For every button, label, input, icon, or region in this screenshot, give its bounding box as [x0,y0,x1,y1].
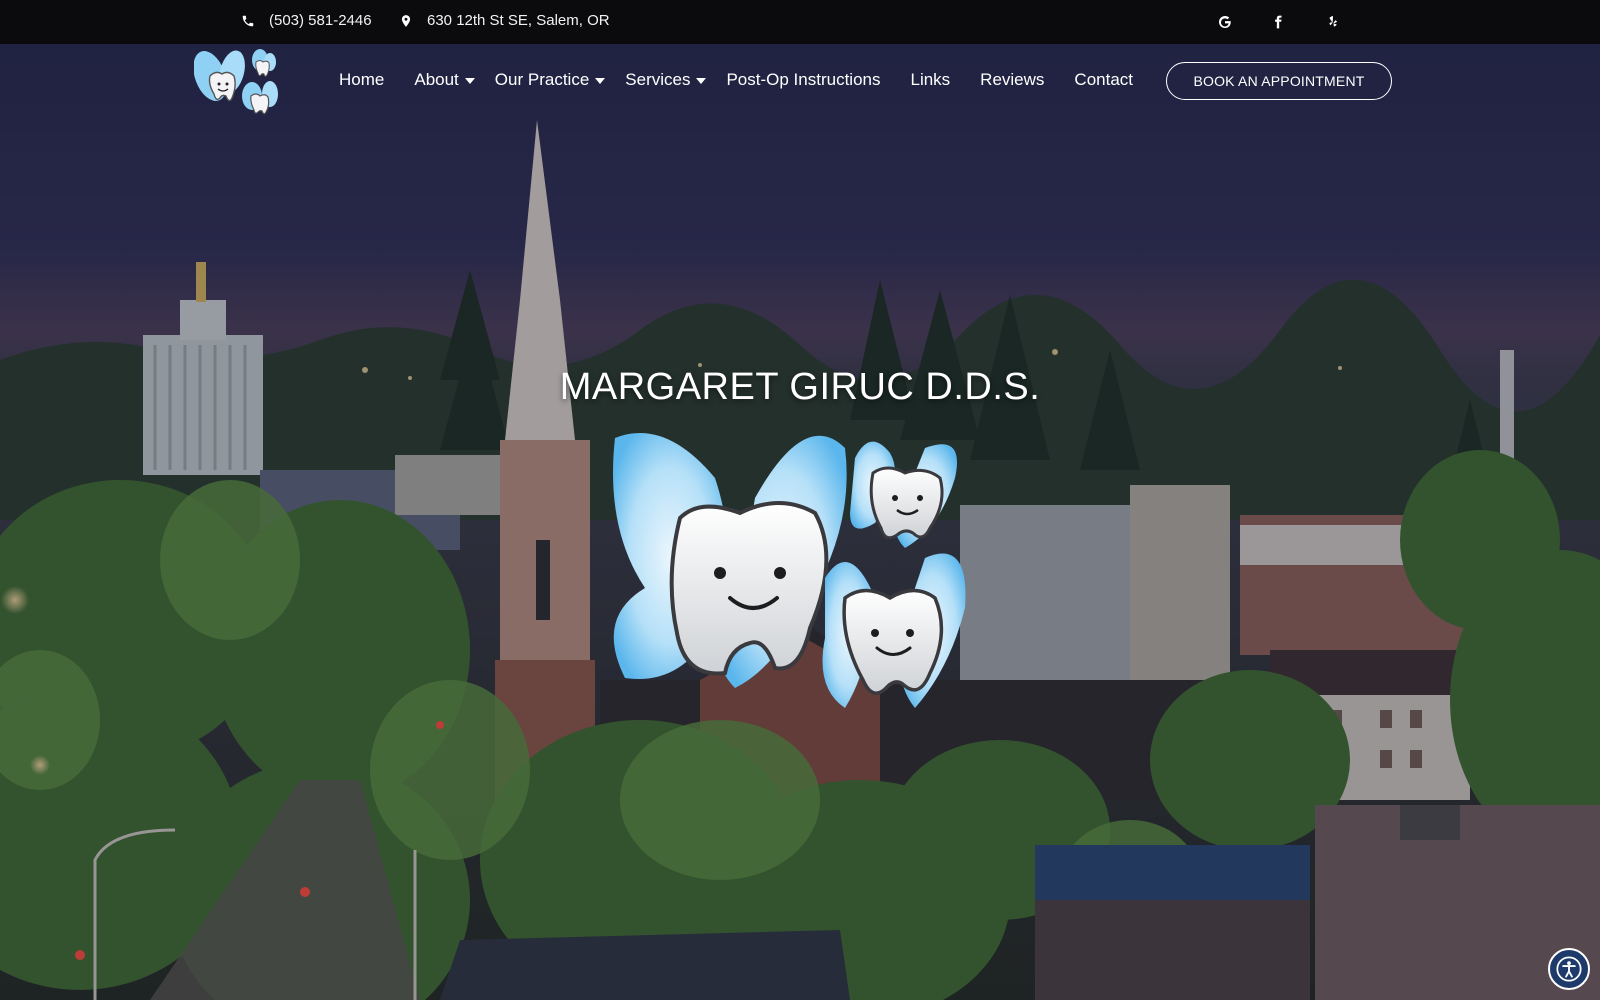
nav-contact[interactable]: Contact [1074,70,1133,90]
caret-down-icon [696,78,707,84]
nav-contact-label: Contact [1074,70,1134,89]
address-text: 630 12th St SE, Salem, OR [427,12,610,29]
phone-number: (503) 581-2446 [269,12,372,29]
phone-link[interactable]: (503) 581-2446 [241,12,372,29]
hero-title: MARGARET GIRUC D.D.S. [559,366,1041,408]
google-icon[interactable] [1215,12,1235,32]
nav-our-practice[interactable]: Our Practice [494,70,606,90]
nav-post-op-label: Post-Op Instructions [726,70,881,89]
main-header: Home About Our Practice Services Post-Op… [0,44,1600,124]
phone-icon [242,15,254,26]
nav-links[interactable]: Links [910,70,950,90]
nav-reviews-label: Reviews [980,70,1045,89]
main-nav: Home About Our Practice Services Post-Op… [339,70,1163,90]
address-link[interactable]: 630 12th St SE, Salem, OR [399,12,610,29]
nav-about[interactable]: About [414,70,475,90]
hero-tooth-fairy-logo [605,418,995,728]
nav-home-label: Home [339,70,385,89]
nav-about-label: About [414,70,459,89]
nav-services-label: Services [625,70,691,89]
map-pin-icon [401,14,411,27]
top-info-bar: (503) 581-2446 630 12th St SE, Salem, OR [0,0,1600,44]
nav-our-practice-label: Our Practice [494,70,590,89]
nav-services[interactable]: Services [625,70,707,90]
nav-home[interactable]: Home [339,70,384,90]
site-logo[interactable] [193,48,280,120]
nav-post-op-instructions[interactable]: Post-Op Instructions [726,70,880,90]
book-appointment-button[interactable]: BOOK AN APPOINTMENT [1166,62,1392,100]
yelp-icon[interactable] [1323,12,1343,32]
facebook-icon[interactable] [1268,12,1288,32]
caret-down-icon [464,78,475,84]
nav-reviews[interactable]: Reviews [980,70,1044,90]
accessibility-icon[interactable] [1548,948,1590,990]
nav-links-label: Links [910,70,951,89]
caret-down-icon [595,78,606,84]
